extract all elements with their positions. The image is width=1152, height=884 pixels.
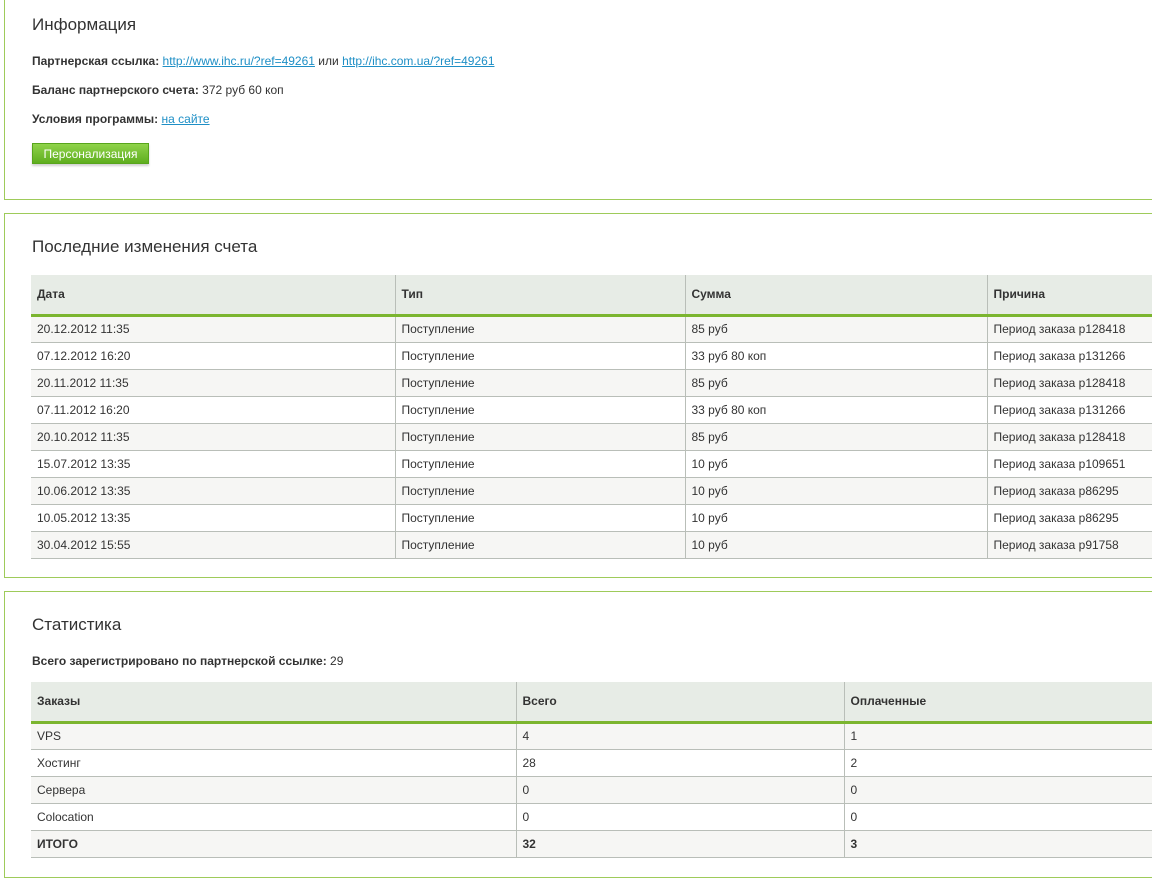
table-row: Colocation 0 0 bbox=[31, 803, 1152, 831]
account-changes-table: Дата Тип Сумма Причина 20.12.2012 11:35 П… bbox=[31, 275, 1152, 559]
cell-type: Поступление bbox=[395, 369, 686, 397]
table-row: 10.05.2012 13:35 Поступление 10 руб Период … bbox=[31, 504, 1152, 532]
cell-date: 10.06.2012 13:35 bbox=[31, 477, 396, 505]
cell-reason: Период заказа p128418 bbox=[987, 315, 1152, 343]
column-header-amount: Сумма bbox=[685, 275, 988, 317]
cell-date: 10.05.2012 13:35 bbox=[31, 504, 396, 532]
column-header-paid: Оплаченные bbox=[844, 682, 1152, 724]
cell-type: Поступление bbox=[395, 423, 686, 451]
cell-total: 0 bbox=[516, 776, 845, 804]
cell-date: 30.04.2012 15:55 bbox=[31, 531, 396, 559]
table-row: 10.06.2012 13:35 Поступление 10 руб Период … bbox=[31, 477, 1152, 505]
column-header-total: Всего bbox=[516, 682, 845, 724]
cell-reason: Период заказа p128418 bbox=[987, 369, 1152, 397]
cell-amount: 10 руб bbox=[685, 450, 988, 478]
cell-order-type: VPS bbox=[31, 722, 517, 750]
cell-reason: Период заказа p91758 bbox=[987, 531, 1152, 559]
cell-type: Поступление bbox=[395, 531, 686, 559]
cell-amount: 10 руб bbox=[685, 504, 988, 532]
account-changes-panel: Последние изменения счета Дата Тип Сумма… bbox=[4, 213, 1152, 578]
cell-total: 32 bbox=[516, 830, 845, 858]
cell-amount: 33 руб 80 коп bbox=[685, 342, 988, 370]
balance-label: Баланс партнерского счета: bbox=[32, 83, 199, 97]
cell-paid: 0 bbox=[844, 776, 1152, 804]
referral-or-text: или bbox=[318, 54, 339, 68]
cell-type: Поступление bbox=[395, 504, 686, 532]
table-row: VPS 4 1 bbox=[31, 722, 1152, 750]
balance-line: Баланс партнерского счета: 372 руб 60 ко… bbox=[32, 83, 284, 97]
cell-amount: 33 руб 80 коп bbox=[685, 396, 988, 424]
table-row: Сервера 0 0 bbox=[31, 776, 1152, 804]
cell-order-type: ИТОГО bbox=[31, 830, 517, 858]
balance-value: 372 руб 60 коп bbox=[202, 83, 284, 97]
cell-total: 4 bbox=[516, 722, 845, 750]
table-row: Хостинг 28 2 bbox=[31, 749, 1152, 777]
cell-amount: 10 руб bbox=[685, 477, 988, 505]
personalize-button[interactable]: Персонализация bbox=[32, 143, 149, 164]
terms-link[interactable]: на сайте bbox=[162, 112, 210, 126]
cell-amount: 85 руб bbox=[685, 369, 988, 397]
table-row: 20.12.2012 11:35 Поступление 85 руб Период … bbox=[31, 315, 1152, 343]
cell-date: 20.10.2012 11:35 bbox=[31, 423, 396, 451]
account-changes-title: Последние изменения счета bbox=[32, 237, 258, 256]
table-row: 15.07.2012 13:35 Поступление 10 руб Период … bbox=[31, 450, 1152, 478]
table-row: 20.11.2012 11:35 Поступление 85 руб Период … bbox=[31, 369, 1152, 397]
cell-reason: Период заказа p109651 bbox=[987, 450, 1152, 478]
cell-order-type: Colocation bbox=[31, 803, 517, 831]
cell-reason: Период заказа p86295 bbox=[987, 504, 1152, 532]
referral-link-line: Партнерская ссылка: http://www.ihc.ru/?r… bbox=[32, 54, 495, 68]
cell-paid: 3 bbox=[844, 830, 1152, 858]
cell-amount: 10 руб bbox=[685, 531, 988, 559]
cell-total: 28 bbox=[516, 749, 845, 777]
orders-stats-table: Заказы Всего Оплаченные VPS 4 1 Хостинг 28 2 С… bbox=[31, 682, 1152, 858]
cell-order-type: Сервера bbox=[31, 776, 517, 804]
cell-reason: Период заказа p128418 bbox=[987, 423, 1152, 451]
terms-line: Условия программы: на сайте bbox=[32, 112, 210, 126]
column-header-orders: Заказы bbox=[31, 682, 517, 724]
column-header-type: Тип bbox=[395, 275, 686, 317]
registered-value: 29 bbox=[330, 654, 344, 668]
referral-link-label: Партнерская ссылка: bbox=[32, 54, 160, 68]
statistics-title: Статистика bbox=[32, 615, 122, 634]
referral-link-ua[interactable]: http://ihc.com.ua/?ref=49261 bbox=[342, 54, 494, 68]
cell-date: 07.11.2012 16:20 bbox=[31, 396, 396, 424]
cell-amount: 85 руб bbox=[685, 315, 988, 343]
cell-date: 20.11.2012 11:35 bbox=[31, 369, 396, 397]
cell-date: 20.12.2012 11:35 bbox=[31, 315, 396, 343]
table-row: 20.10.2012 11:35 Поступление 85 руб Период … bbox=[31, 423, 1152, 451]
table-row: 07.11.2012 16:20 Поступление 33 руб 80 коп… bbox=[31, 396, 1152, 424]
cell-type: Поступление bbox=[395, 477, 686, 505]
info-panel: Информация Партнерская ссылка: http://ww… bbox=[4, 0, 1152, 200]
column-header-date: Дата bbox=[31, 275, 396, 317]
cell-type: Поступление bbox=[395, 342, 686, 370]
cell-date: 15.07.2012 13:35 bbox=[31, 450, 396, 478]
cell-order-type: Хостинг bbox=[31, 749, 517, 777]
cell-total: 0 bbox=[516, 803, 845, 831]
cell-reason: Период заказа p131266 bbox=[987, 396, 1152, 424]
registered-line: Всего зарегистрировано по партнерской сс… bbox=[32, 654, 343, 668]
cell-amount: 85 руб bbox=[685, 423, 988, 451]
cell-paid: 2 bbox=[844, 749, 1152, 777]
column-header-reason: Причина bbox=[987, 275, 1152, 317]
cell-paid: 1 bbox=[844, 722, 1152, 750]
registered-label: Всего зарегистрировано по партнерской сс… bbox=[32, 654, 327, 668]
cell-paid: 0 bbox=[844, 803, 1152, 831]
cell-reason: Период заказа p86295 bbox=[987, 477, 1152, 505]
cell-date: 07.12.2012 16:20 bbox=[31, 342, 396, 370]
info-title: Информация bbox=[32, 15, 137, 34]
table-row: ИТОГО 32 3 bbox=[31, 830, 1152, 858]
referral-link-ru[interactable]: http://www.ihc.ru/?ref=49261 bbox=[163, 54, 315, 68]
cell-type: Поступление bbox=[395, 315, 686, 343]
cell-type: Поступление bbox=[395, 450, 686, 478]
terms-label: Условия программы: bbox=[32, 112, 159, 126]
table-header-row: Заказы Всего Оплаченные bbox=[31, 682, 1152, 724]
table-row: 30.04.2012 15:55 Поступление 10 руб Период … bbox=[31, 531, 1152, 559]
table-header-row: Дата Тип Сумма Причина bbox=[31, 275, 1152, 317]
cell-type: Поступление bbox=[395, 396, 686, 424]
statistics-panel: Статистика Всего зарегистрировано по пар… bbox=[4, 591, 1152, 878]
table-row: 07.12.2012 16:20 Поступление 33 руб 80 коп… bbox=[31, 342, 1152, 370]
cell-reason: Период заказа p131266 bbox=[987, 342, 1152, 370]
